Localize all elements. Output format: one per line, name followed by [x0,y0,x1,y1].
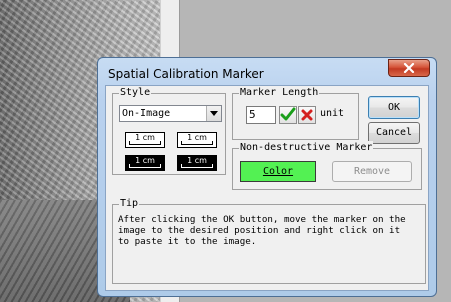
check-icon [280,107,296,121]
x-icon [301,109,313,121]
style-sample-black-bottom[interactable]: 1 cm [177,155,217,171]
scale-tick [181,141,213,145]
dialog-body: Style On-Image 1 cm 1 cm 1 cm 1 cm Marke… [105,85,429,291]
nondestructive-marker-group: Non-destructive Marker Color Remove [232,141,422,190]
marker-length-group: Marker Length 5 unit [232,86,359,140]
marker-length-legend: Marker Length [239,86,320,100]
dropdown-arrow[interactable] [206,106,221,121]
tip-legend: Tip [119,197,140,211]
dialog-title: Spatial Calibration Marker [108,67,264,81]
remove-button[interactable]: Remove [332,161,412,182]
scale-tick [129,164,161,168]
cancel-length-button[interactable] [298,106,316,124]
close-icon [403,63,415,73]
calibration-marker-dialog: Spatial Calibration Marker Style On-Imag… [97,57,437,297]
color-button[interactable]: Color [240,161,316,182]
close-button[interactable] [388,59,430,77]
style-select[interactable]: On-Image [119,105,222,122]
scale-tick [129,141,161,145]
style-group: Style On-Image 1 cm 1 cm 1 cm 1 cm [112,86,226,175]
unit-label: unit [320,108,345,119]
tip-text: After clicking the OK button, move the m… [118,214,406,247]
style-sample-white-top[interactable]: 1 cm [125,132,165,148]
marker-length-input[interactable]: 5 [246,106,276,124]
tip-group: Tip After clicking the OK button, move t… [112,197,426,284]
ok-button[interactable]: OK [368,96,420,119]
nondestructive-legend: Non-destructive Marker [239,141,374,155]
style-sample-black-top[interactable]: 1 cm [125,155,165,171]
scale-tick [181,164,213,168]
style-legend: Style [119,86,152,100]
style-sample-white-bottom[interactable]: 1 cm [177,132,217,148]
cancel-button[interactable]: Cancel [368,122,420,144]
chevron-down-icon [210,111,218,116]
confirm-length-button[interactable] [279,106,297,124]
style-select-value: On-Image [122,108,171,119]
